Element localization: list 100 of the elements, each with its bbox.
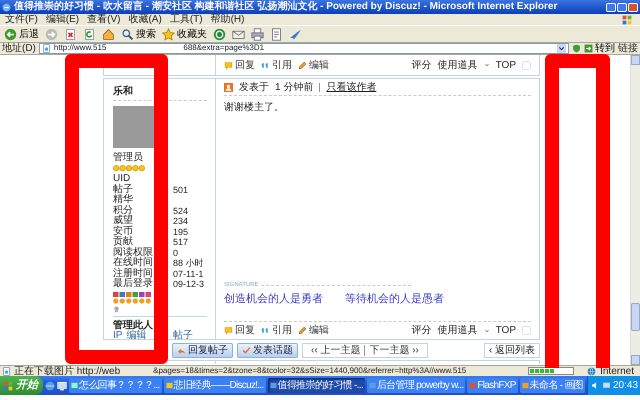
menu-item[interactable]: 文件(F) — [5, 14, 38, 25]
search-icon — [121, 28, 134, 40]
avatar-photo-placeholder — [113, 106, 155, 148]
stat-value: 501 — [173, 184, 190, 195]
stat-value: 07-11-1 — [173, 268, 204, 279]
signature-text: 创造机会的人是勇者 — [224, 292, 323, 305]
taskbar-button[interactable]: 未命名 - 画图 — [520, 378, 585, 393]
window-icon — [368, 382, 376, 389]
desktop-icon[interactable] — [57, 380, 67, 390]
thread-nav-link[interactable]: ‹‹ 上一主题 — [307, 345, 364, 356]
taskbar-button[interactable]: 怎么回事？？？？... — [69, 378, 162, 393]
post-action-link[interactable]: 编辑 — [298, 325, 329, 336]
close-button[interactable] — [628, 2, 638, 12]
pencil-icon — [298, 60, 307, 70]
search-button[interactable]: 搜索 — [121, 28, 156, 40]
post-button[interactable]: 发表话题 — [237, 343, 298, 358]
post-action-link[interactable]: 编辑 — [298, 60, 329, 70]
taskbar-button[interactable]: FlashFXP — [467, 378, 518, 393]
stat-label: 阅读权限 — [113, 248, 154, 258]
user-icon — [224, 82, 233, 92]
stat-label: 帖子 — [113, 184, 134, 194]
star-icon — [162, 28, 175, 40]
manage-label: 管理此人 — [113, 320, 154, 330]
house-icon[interactable] — [102, 28, 115, 40]
back-button[interactable]: 后退 — [4, 28, 39, 40]
thread-nav-link[interactable]: 下一主题 ›› — [364, 345, 423, 356]
menu-item[interactable]: 工具(T) — [170, 14, 203, 25]
url-text: 688&extra=page%3D1 — [183, 44, 264, 53]
window-icon — [522, 382, 529, 389]
signature-text: 等待机会的人是愚者 — [345, 292, 444, 305]
stat-label: 威望 — [113, 216, 134, 226]
menu-item[interactable]: 编辑(E) — [46, 14, 80, 25]
taskbar-button[interactable]: 悲旧经典——Discuz!... — [164, 378, 266, 393]
caret-icon — [484, 328, 490, 334]
scrollbar-thumb[interactable] — [631, 303, 640, 331]
stat-value: 234 — [173, 216, 190, 226]
speech-bubble-icon — [224, 326, 233, 335]
tool-link[interactable]: 评分 — [412, 60, 432, 70]
select-checkbox[interactable] — [522, 326, 531, 335]
links-label[interactable]: 链接 — [618, 43, 638, 54]
window-icon — [166, 382, 173, 389]
stat-value: 517 — [173, 237, 190, 248]
window-icon — [71, 382, 78, 389]
back-to-list-link[interactable]: ‹ 返回列表 — [484, 343, 540, 358]
window-icon — [270, 382, 277, 389]
stat-label: 安币 — [113, 226, 134, 236]
author-name[interactable]: 乐和 — [113, 83, 207, 101]
tool-link[interactable]: TOP — [496, 325, 516, 336]
post-button[interactable]: 回复帖子 — [172, 343, 233, 358]
speech-bubble-icon — [224, 60, 233, 70]
status-text: &pages=18&times=2&tzone=8&tcolor=32&sSize=1440,900&referrer=http%3A//www.515 — [153, 366, 466, 376]
maximize-button[interactable] — [617, 2, 627, 12]
window-icon — [469, 382, 476, 389]
post-message: 谢谢楼主了。 — [224, 102, 285, 113]
post-time: 1 分钟前 — [275, 82, 314, 92]
menu-item[interactable]: 收藏(A) — [128, 14, 162, 25]
address-field[interactable]: http://www.515 688&extra=page%3D1 — [38, 43, 569, 54]
reply-icon — [177, 346, 186, 355]
go-button[interactable]: 转到 — [584, 43, 615, 54]
stat-label: 最后登录 — [113, 279, 154, 290]
window-title: 值得推崇的好习惯 - 吹水留言 - 潮安社区 构建和谐社区 弘扬潮汕文化 - Powered by Discuz! - Microsoft Internet Explorer — [14, 0, 558, 14]
quote-icon — [261, 326, 270, 335]
medals-drawing — [113, 292, 152, 304]
menu-item[interactable]: 帮助(H) — [210, 14, 244, 25]
posted-label: 发表于 — [239, 82, 269, 92]
manage-link[interactable]: IP — [113, 330, 122, 341]
taskbar-button[interactable]: 后台管理 powerby w... — [366, 378, 466, 393]
windows-logo-icon — [3, 380, 13, 390]
stat-label: 精华 — [113, 195, 134, 205]
bird-icon[interactable] — [289, 28, 302, 40]
stop-icon[interactable] — [64, 28, 77, 40]
post-action-link[interactable]: 回复 — [224, 60, 255, 70]
stat-value: 0 — [173, 248, 180, 258]
author-only-link[interactable]: 只看该作者 — [326, 82, 376, 92]
document-icon[interactable] — [270, 28, 283, 40]
tool-link[interactable]: 评分 — [412, 325, 432, 336]
printer-icon[interactable] — [251, 28, 264, 40]
page-icon — [2, 366, 11, 376]
select-checkbox[interactable] — [522, 60, 531, 70]
tools-menu[interactable]: 使用道具 — [438, 60, 478, 70]
refresh-icon[interactable] — [83, 28, 96, 40]
zone-label: Internet — [600, 366, 634, 376]
post-action-link[interactable]: 引用 — [261, 60, 292, 70]
manage-link[interactable]: 帖子 — [173, 330, 193, 341]
taskbar-button[interactable]: 值得推崇的好习惯 -... — [268, 378, 365, 393]
status-text: 正在下载图片 http://web — [14, 366, 120, 376]
post-action-link[interactable]: 回复 — [224, 325, 255, 336]
post-action-link[interactable]: 引用 — [261, 325, 292, 336]
clock: 20:43 — [612, 380, 638, 391]
tool-link[interactable]: TOP — [496, 60, 516, 70]
stat-value: 09-12-3 — [173, 279, 206, 290]
tools-menu[interactable]: 使用道具 — [438, 325, 478, 336]
back-arrow-icon — [4, 28, 17, 40]
minimize-button[interactable] — [606, 2, 616, 12]
favorites-button[interactable]: 收藏夹 — [162, 28, 207, 40]
stat-label: 在线时间 — [113, 258, 154, 268]
stat-value: 88 小时 — [173, 258, 205, 268]
menu-item[interactable]: 查看(V) — [87, 14, 120, 25]
stat-label: 积分 — [113, 206, 134, 216]
manage-link[interactable]: 编辑 — [126, 330, 146, 341]
